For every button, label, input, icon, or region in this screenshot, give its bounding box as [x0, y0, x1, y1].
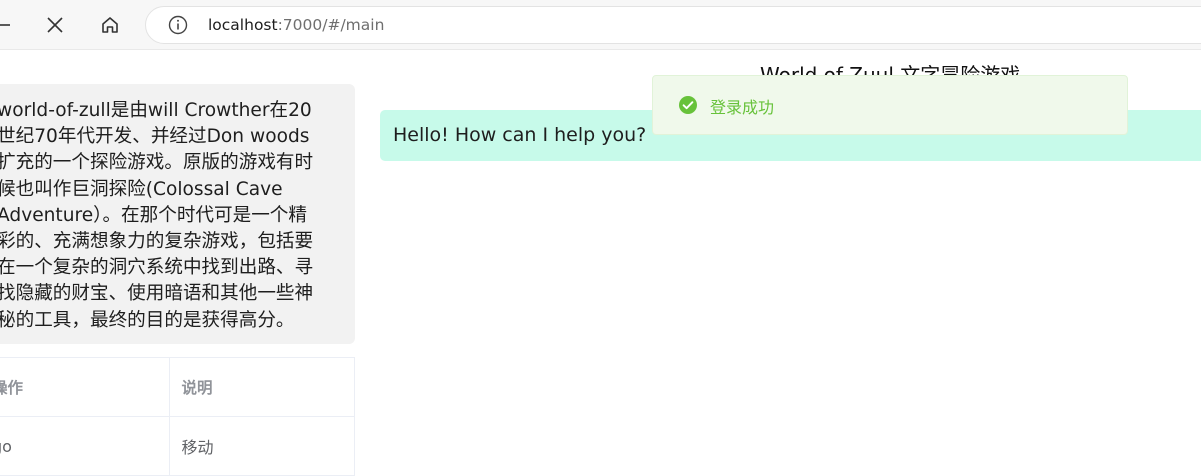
browser-toolbar: localhost:7000/#/main: [0, 0, 1201, 50]
intro-line: 找隐藏的财宝、使用暗语和其他一些神: [0, 283, 314, 305]
intro-line: 彩的、充满想象力的复杂游戏，包括要: [0, 231, 314, 253]
url-text[interactable]: localhost:7000/#/main: [208, 16, 384, 34]
table-header-cell: 操作: [0, 357, 170, 417]
minus-icon[interactable]: [0, 8, 20, 42]
intro-line: 秘的工具，最终的目的是获得高分。: [0, 309, 295, 331]
table-cell: 移动: [168, 416, 355, 476]
table-row: go 移动: [0, 416, 355, 476]
intro-line: 在一个复杂的洞穴系统中找到出路、寻: [0, 257, 314, 279]
table-cell: go: [0, 416, 170, 476]
toast-message: 登录成功: [710, 98, 775, 117]
success-check-icon: [678, 95, 698, 115]
table-header-row: 操作 说明: [0, 357, 355, 417]
url-host: localhost: [208, 16, 278, 34]
close-icon[interactable]: [38, 8, 72, 42]
address-bar[interactable]: localhost:7000/#/main: [145, 6, 1201, 44]
intro-card: world-of-zull是由will Crowther在20 世纪70年代开发…: [0, 84, 355, 344]
table-header-cell: 说明: [168, 357, 355, 417]
command-table: 操作 说明 go 移动: [0, 357, 355, 476]
success-toast: 登录成功: [652, 75, 1128, 135]
intro-line: 候也叫作巨洞探险(Colossal Cave: [0, 178, 283, 200]
intro-line: world-of-zull是由will Crowther在20: [0, 100, 312, 121]
intro-line: Adventure）。在那个时代可是一个精: [0, 204, 307, 226]
url-path: :7000/#/main: [277, 16, 385, 34]
page-content: World of Zuul 文字冒险游戏 world-of-zull是由will…: [0, 51, 1201, 476]
home-icon[interactable]: [93, 8, 127, 42]
intro-line: 世纪70年代开发、并经过Don woods: [0, 126, 310, 148]
info-icon[interactable]: [168, 15, 188, 35]
intro-line: 扩充的一个探险游戏。原版的游戏有时: [0, 152, 314, 174]
